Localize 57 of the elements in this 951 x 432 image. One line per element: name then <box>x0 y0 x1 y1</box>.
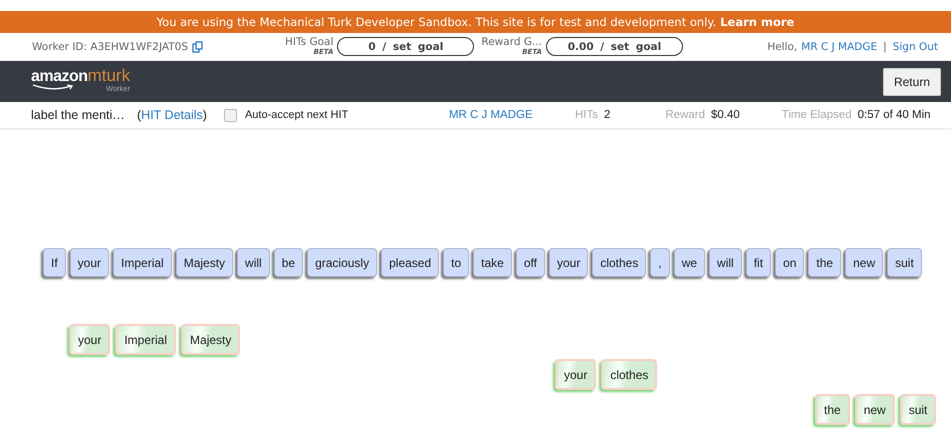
smile-icon <box>31 84 75 90</box>
parenthesis: ( <box>137 108 142 122</box>
mention-token[interactable]: clothes <box>601 359 658 390</box>
stat-value: 0:57 of 40 Min <box>858 109 931 121</box>
hit-title: label the menti… <box>31 108 126 122</box>
parenthesis: ) <box>202 108 207 122</box>
word-token[interactable]: , <box>650 248 670 277</box>
mention-token[interactable]: new <box>854 394 895 425</box>
logo-accent: mturk <box>88 66 130 84</box>
greeting: Hello, <box>767 40 798 52</box>
hit-details-link[interactable]: HIT Details <box>141 108 203 122</box>
return-button[interactable]: Return <box>882 68 941 96</box>
word-token[interactable]: will <box>709 248 742 277</box>
mention-token[interactable]: the <box>815 394 850 425</box>
word-token[interactable]: be <box>274 248 304 277</box>
logo-text: amazon <box>31 68 88 86</box>
word-token[interactable]: the <box>808 248 842 277</box>
word-token[interactable]: Imperial <box>113 248 172 277</box>
copy-icon[interactable] <box>192 40 203 52</box>
word-token[interactable]: clothes <box>592 248 646 277</box>
worker-id: Worker ID: A3EHW1WF2JAT0S <box>32 40 188 52</box>
word-token[interactable]: If <box>43 248 66 277</box>
banner-text: You are using the Mechanical Turk Developer Sandbox. This site is for test and development only. <box>156 15 716 29</box>
stat-label: Time Elapsed <box>782 109 852 121</box>
mention-token[interactable]: suit <box>900 394 936 425</box>
word-token[interactable]: fit <box>746 248 772 277</box>
goal-label: HITs Goal <box>285 36 334 46</box>
stat-label: Reward <box>665 109 705 121</box>
mention-token[interactable]: Imperial <box>115 324 176 355</box>
stat-value: 2 <box>604 109 610 121</box>
goal-label: Reward G... <box>481 36 542 46</box>
word-token[interactable]: your <box>70 248 110 277</box>
word-token[interactable]: Majesty <box>176 248 234 277</box>
word-token[interactable]: on <box>775 248 804 277</box>
word-token[interactable]: off <box>516 248 545 277</box>
word-token[interactable]: new <box>845 248 884 277</box>
word-token[interactable]: pleased <box>381 248 440 277</box>
checkbox[interactable] <box>224 108 237 122</box>
word-token[interactable]: will <box>237 248 270 277</box>
goal-field[interactable]: 0.00 / set goal <box>546 37 683 56</box>
checkbox-label: Auto-accept next HIT <box>244 109 348 121</box>
stat-value: $0.40 <box>710 109 740 121</box>
word-token[interactable]: to <box>443 248 470 277</box>
user-link[interactable]: MR C J MADGE <box>801 40 878 52</box>
word-token[interactable]: graciously <box>307 248 378 277</box>
word-token[interactable]: your <box>548 248 588 277</box>
word-token[interactable]: take <box>473 248 512 277</box>
mention-token[interactable]: your <box>555 359 596 390</box>
word-token[interactable]: we <box>674 248 706 277</box>
separator: | <box>883 40 887 52</box>
sign-out-link[interactable]: Sign Out <box>892 40 938 52</box>
mention-token[interactable]: Majesty <box>181 324 240 355</box>
requester-link[interactable]: MR C J MADGE <box>448 109 575 121</box>
mention-token[interactable]: your <box>69 324 110 355</box>
goal-field[interactable]: 0 / set goal <box>337 37 474 56</box>
word-token[interactable]: suit <box>887 248 922 277</box>
stat-label: HITs <box>574 109 598 121</box>
